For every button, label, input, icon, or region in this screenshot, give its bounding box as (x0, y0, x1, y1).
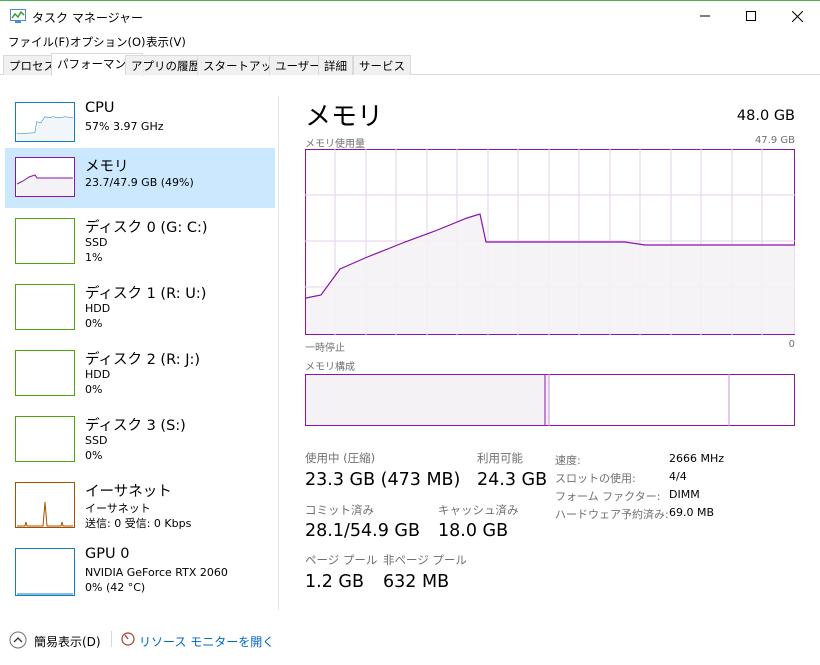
panel-divider (278, 96, 279, 610)
cpu-thumbnail-graph (15, 102, 75, 142)
fewer-details-button[interactable]: 簡易表示(D) (34, 633, 101, 650)
paged-pool-value: 1.2 GB (305, 572, 364, 592)
tab-details[interactable]: 詳細 (318, 55, 353, 75)
usage-graph-max: 47.9 GB (754, 135, 795, 146)
resource-monitor-icon (121, 632, 135, 646)
minimize-button[interactable] (682, 1, 728, 31)
sidebar-gpu-name: GPU 0 (85, 546, 130, 562)
sidebar-disk2-name: ディスク 2 (R: J:) (85, 352, 201, 368)
usage-graph-label: メモリ使用量 (305, 139, 365, 150)
memory-composition-bar (305, 374, 795, 426)
footer-bar: 簡易表示(D) リソース モニターを開く (0, 627, 820, 665)
maximize-icon (746, 11, 756, 21)
sidebar-item-memory[interactable]: メモリ 23.7/47.9 GB (49%) (5, 148, 275, 208)
time-axis-zero: 0 (788, 339, 795, 350)
detail-hw-reserved-value: 69.0 MB (669, 506, 715, 519)
menu-file[interactable]: ファイル(F) (8, 34, 70, 50)
detail-form-factor-label: フォーム ファクター: (555, 490, 661, 503)
task-manager-icon (10, 9, 26, 23)
in-use-value: 23.3 GB (473 MB) (305, 470, 461, 490)
disk1-thumbnail-graph (15, 284, 75, 330)
time-axis-label: 一時停止 (305, 343, 345, 354)
cached-value: 18.0 GB (438, 521, 509, 541)
footer-separator (111, 631, 112, 647)
sidebar-disk0-type: SSD (85, 236, 108, 249)
menu-view[interactable]: 表示(V) (146, 34, 186, 50)
ethernet-thumbnail-graph (15, 482, 75, 528)
sidebar-disk2-type: HDD (85, 368, 111, 381)
available-label: 利用可能 (477, 451, 523, 465)
menu-options[interactable]: オプション(O) (70, 34, 146, 50)
sidebar-item-disk0[interactable]: ディスク 0 (G: C:) SSD 1% (5, 214, 275, 274)
disk0-thumbnail-graph (15, 218, 75, 264)
sidebar-item-disk3[interactable]: ディスク 3 (S:) SSD 0% (5, 412, 275, 472)
sidebar-cpu-name: CPU (85, 100, 115, 116)
sidebar-disk1-type: HDD (85, 302, 111, 315)
memory-usage-graph (305, 149, 795, 335)
menu-bar: ファイル(F) オプション(O) 表示(V) (0, 31, 820, 51)
sidebar-disk0-usage: 1% (85, 251, 103, 264)
chevron-up-icon[interactable] (9, 631, 27, 649)
committed-value: 28.1/54.9 GB (305, 521, 420, 541)
tab-app-history[interactable]: アプリの履歴 (125, 55, 206, 75)
close-icon (791, 10, 803, 22)
detail-slots-value: 4/4 (669, 470, 687, 483)
sidebar-memory-name: メモリ (85, 159, 129, 175)
gpu-thumbnail-graph (15, 548, 75, 596)
title-bar: タスク マネージャー (0, 0, 820, 31)
sidebar-disk3-usage: 0% (85, 449, 103, 462)
open-resource-monitor-link[interactable]: リソース モニターを開く (139, 633, 274, 650)
sidebar-ethernet-adapter: イーサネット (85, 502, 151, 515)
detail-speed-label: 速度: (555, 454, 581, 467)
close-button[interactable] (774, 1, 820, 31)
sidebar-disk1-usage: 0% (85, 317, 103, 330)
detail-speed-value: 2666 MHz (669, 452, 725, 465)
sidebar-item-ethernet[interactable]: イーサネット イーサネット 送信: 0 受信: 0 Kbps (5, 478, 275, 538)
disk2-thumbnail-graph (15, 350, 75, 396)
sidebar-item-gpu[interactable]: GPU 0 NVIDIA GeForce RTX 2060 0% (42 °C) (5, 544, 275, 604)
window-title: タスク マネージャー (32, 11, 143, 25)
sidebar-memory-usage: 23.7/47.9 GB (49%) (85, 176, 194, 189)
sidebar-disk1-name: ディスク 1 (R: U:) (85, 286, 207, 302)
sidebar-item-disk2[interactable]: ディスク 2 (R: J:) HDD 0% (5, 346, 275, 406)
sidebar-ethernet-name: イーサネット (85, 484, 172, 500)
committed-label: コミット済み (305, 503, 374, 517)
tab-strip: プロセス パフォーマンス アプリの履歴 スタートアップ ユーザー 詳細 サービス (0, 53, 820, 76)
maximize-button[interactable] (728, 1, 774, 31)
page-title: メモリ (305, 102, 384, 132)
sidebar-ethernet-throughput: 送信: 0 受信: 0 Kbps (85, 517, 192, 530)
available-value: 24.3 GB (477, 470, 548, 490)
sidebar-gpu-usage: 0% (42 °C) (85, 581, 146, 594)
composition-label: メモリ構成 (305, 362, 355, 373)
sidebar-disk0-name: ディスク 0 (G: C:) (85, 220, 208, 236)
detail-form-factor-value: DIMM (669, 488, 700, 501)
disk3-thumbnail-graph (15, 416, 75, 462)
sidebar-disk3-name: ディスク 3 (S:) (85, 418, 186, 434)
memory-thumbnail-graph (15, 157, 75, 197)
sidebar-disk3-type: SSD (85, 434, 108, 447)
sidebar-cpu-usage: 57% 3.97 GHz (85, 120, 164, 133)
in-use-label: 使用中 (圧縮) (305, 451, 376, 465)
nonpaged-pool-label: 非ページ プール (383, 553, 467, 567)
tab-services[interactable]: サービス (353, 55, 411, 75)
paged-pool-label: ページ プール (305, 553, 378, 567)
sidebar-disk2-usage: 0% (85, 383, 103, 396)
minimize-icon (700, 15, 710, 17)
detail-hw-reserved-label: ハードウェア予約済み: (555, 508, 669, 521)
sidebar-item-disk1[interactable]: ディスク 1 (R: U:) HDD 0% (5, 280, 275, 340)
cached-label: キャッシュ済み (438, 503, 519, 517)
sidebar-gpu-model: NVIDIA GeForce RTX 2060 (85, 566, 228, 579)
nonpaged-pool-value: 632 MB (383, 572, 450, 592)
detail-slots-label: スロットの使用: (555, 472, 636, 485)
memory-total: 48.0 GB (736, 108, 795, 124)
performance-panel: CPU 57% 3.97 GHz メモリ 23.7/47.9 GB (49%) … (0, 76, 820, 626)
